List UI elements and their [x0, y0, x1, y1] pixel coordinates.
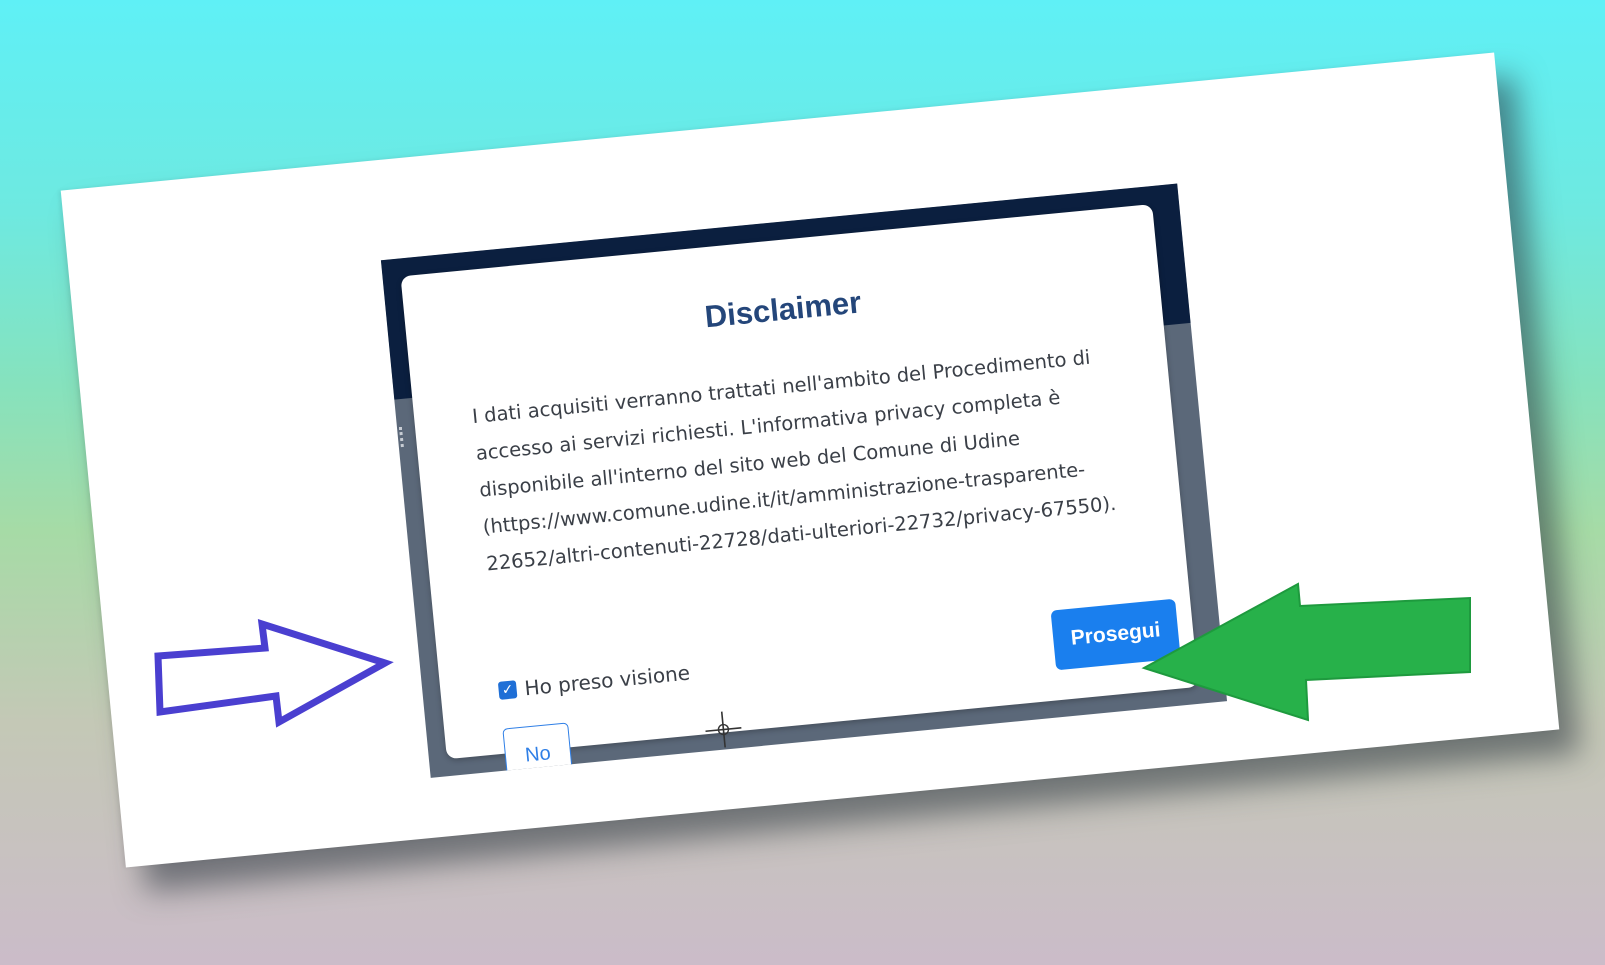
dialog-body-text: I dati acquisiti verranno trattati nell'…: [471, 345, 1118, 576]
checkbox-label: Ho preso visione: [523, 660, 691, 701]
no-button[interactable]: No: [502, 722, 574, 778]
crosshair-cursor-icon: [705, 711, 742, 748]
disclaimer-dialog: Disclaimer I dati acquisiti verranno tra…: [400, 204, 1199, 778]
tilted-screenshot-card: Disclaimer I dati acquisiti verranno tra…: [60, 52, 1560, 868]
screenshot-stage: Disclaimer I dati acquisiti verranno tra…: [0, 0, 1605, 965]
app-screen: Disclaimer I dati acquisiti verranno tra…: [380, 183, 1228, 778]
prosegui-button[interactable]: Prosegui: [1050, 598, 1181, 671]
checkmark-icon[interactable]: ✓: [497, 680, 518, 700]
acknowledge-checkbox-row[interactable]: ✓ Ho preso visione: [497, 660, 691, 703]
background-menu-dots: [398, 426, 410, 448]
